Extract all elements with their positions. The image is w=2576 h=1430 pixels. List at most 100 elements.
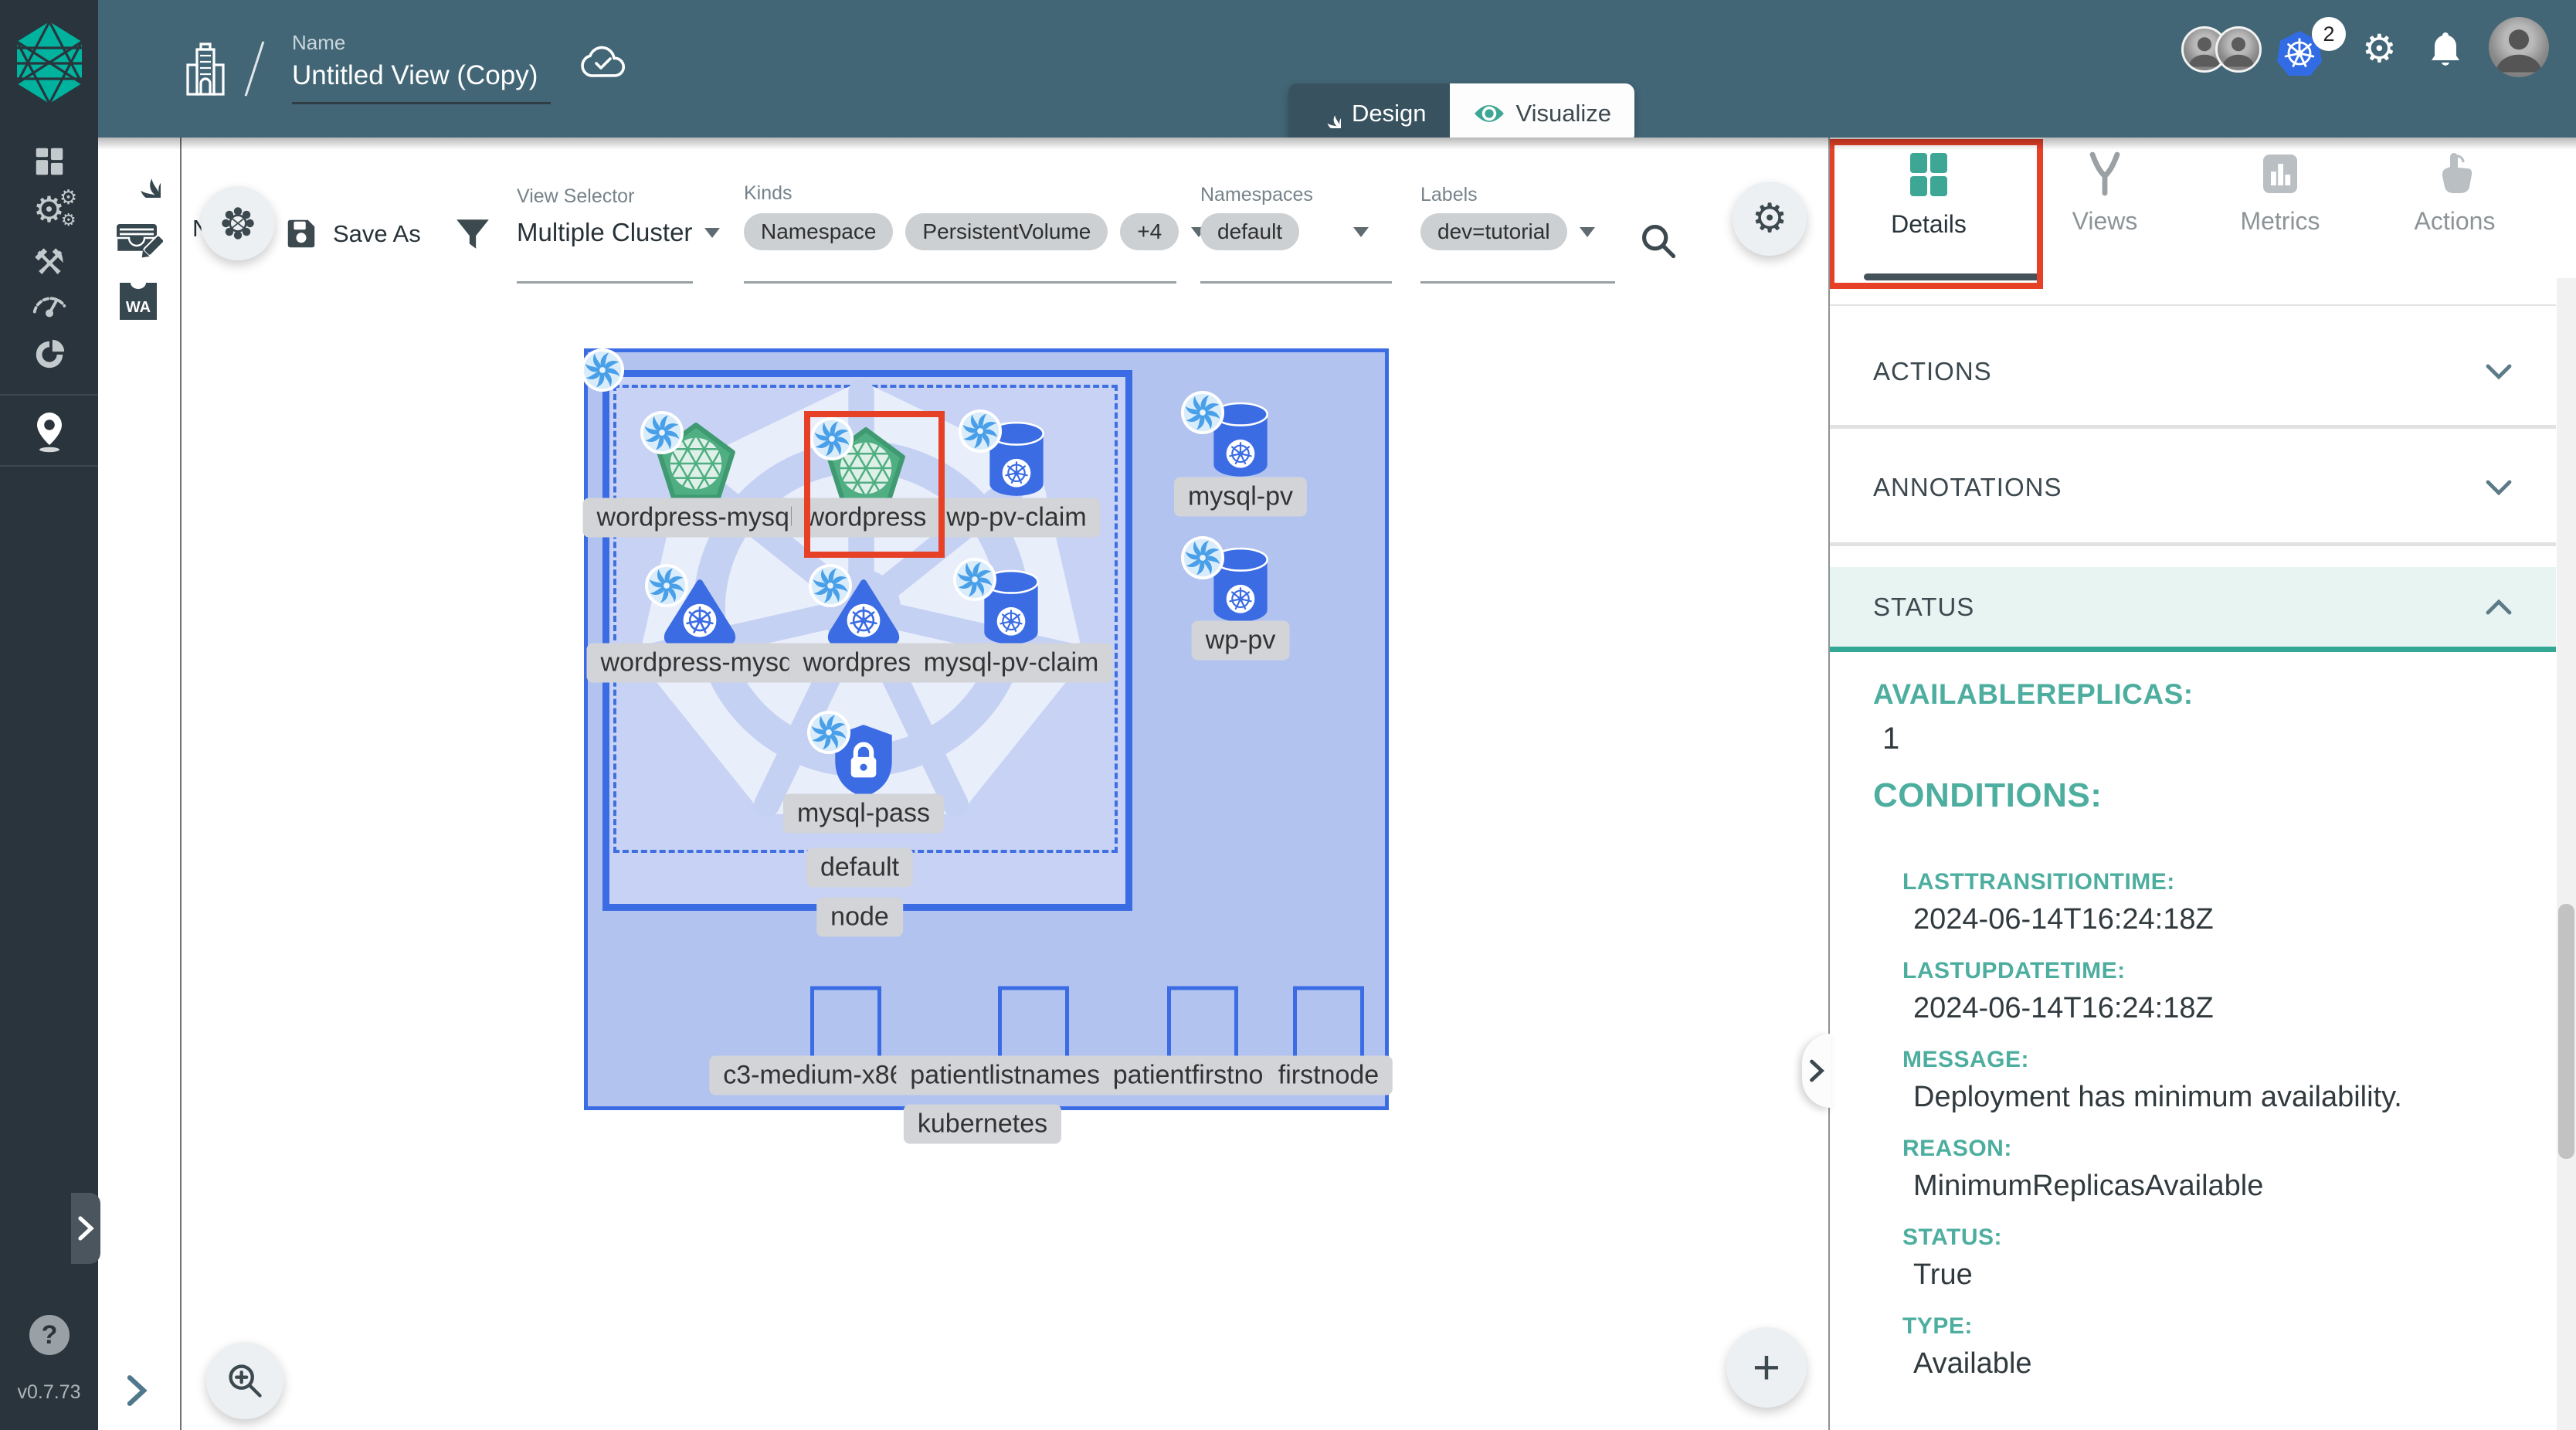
node-label: wordpress-mysql [583,498,809,538]
status-condition-field: LASTTRANSITIONTIME: 2024-06-14T16:24:18Z [1902,869,2522,936]
kind-chip-more[interactable]: +4 [1120,213,1179,250]
design-icon [1312,99,1341,128]
status-field-value: Deployment has minimum availability. [1913,1081,2522,1114]
chevron-down-icon [704,228,720,238]
kinds-select[interactable]: Namespace PersistentVolume +4 [744,213,1207,250]
zoom-in-fab[interactable] [206,1342,283,1419]
wasm-filter-icon[interactable]: WA [118,281,158,321]
status-field-value: True [1913,1258,2522,1292]
app-header: Name Untitled View (Copy) Design Visuali… [0,0,2576,138]
filter-funnel-icon[interactable] [453,215,492,253]
save-icon [283,216,319,252]
view-selector-select[interactable]: Multiple Cluster [517,218,720,247]
collaborator-avatar[interactable] [2215,26,2262,73]
section-annotations[interactable]: ANNOTATIONS [1830,445,2556,530]
strip-divider [180,138,182,1430]
status-field-value: 2024-06-14T16:24:18Z [1913,992,2522,1025]
node-label: wordpress [792,498,941,538]
tab-actions[interactable]: Actions [2377,151,2532,236]
sidebar-item-performance[interactable] [0,287,98,318]
sidebar-item-configuration[interactable]: ⚒ [0,244,98,280]
search-icon[interactable] [1638,221,1678,261]
labels-underline [1420,281,1615,284]
meshsync-badge-icon [640,410,684,455]
sidebar-item-location-pin[interactable] [0,411,98,453]
status-field-key: LASTTRANSITIONTIME: [1902,869,2522,895]
meshsync-badge-icon [952,557,997,602]
user-avatar[interactable] [2489,17,2549,77]
status-field-value: 2024-06-14T16:24:18Z [1913,903,2522,936]
namespace-chip-default[interactable]: default [1200,213,1299,250]
chevron-right-icon [1807,1058,1826,1083]
cluster-label: kubernetes [904,1105,1061,1144]
node-label: mysql-pass [783,794,944,834]
node-label: wp-pv-claim [932,498,1100,538]
tab-metrics[interactable]: Metrics [2203,151,2357,236]
active-tab-indicator [1864,273,2040,280]
visualize-eye-icon [1473,102,1505,125]
notifications-bell-icon[interactable] [2427,29,2464,70]
kinds-label: Kinds [744,182,792,205]
canvas-settings-fab[interactable]: ⚙ [1733,182,1807,256]
sidebar-item-lifecycle[interactable]: ⚙⚙⚙ [0,192,98,227]
actions-hand-icon [2437,151,2472,196]
meshery-logo[interactable] [14,20,85,105]
visualize-label: Visualize [1516,100,1612,127]
tab-views[interactable]: Views [2028,151,2182,236]
tab-details-label: Details [1891,210,1967,239]
kinds-underline [744,281,1176,284]
panel-scrollbar-thumb[interactable] [2558,904,2574,1159]
visualization-canvas[interactable]: N Save As View Selector Multiple Cluster… [182,138,1828,1430]
meshsync-badge-icon [808,563,853,608]
chevron-up-icon [2485,599,2513,616]
meshsync-badge-icon [958,409,1003,453]
kubernetes-context-count-badge[interactable]: 2 [2312,17,2346,51]
cloud-sync-icon[interactable] [579,45,627,82]
canvas-node-c3-medium[interactable] [810,987,881,1060]
quick-actions-fab[interactable] [201,186,275,260]
sidebar-item-dashboard[interactable] [0,144,98,179]
panel-divider-line [1830,304,2556,306]
section-status[interactable]: STATUS [1830,567,2556,652]
canvas-node-firstnode[interactable] [1293,987,1364,1060]
sidebar-expand-tab[interactable] [71,1193,100,1264]
drawer-edit-icon[interactable] [114,215,163,261]
section-actions[interactable]: ACTIONS [1830,329,2556,414]
view-name-label: Name [292,31,345,55]
status-field-value: 1 [1882,722,2522,756]
label-chip-dev-tutorial[interactable]: dev=tutorial [1420,213,1567,250]
collapse-chevron-icon[interactable] [121,1374,152,1408]
labels-select[interactable]: dev=tutorial [1420,213,1590,250]
panel-scrollbar-track[interactable] [2557,278,2576,1430]
panel-collapse-handle[interactable] [1802,1034,1831,1108]
plus-icon: + [1753,1340,1780,1395]
panel-divider [1828,138,1830,1430]
status-field-key: TYPE: [1902,1313,2522,1340]
organization-icon[interactable] [183,40,228,97]
kind-chip-namespace[interactable]: Namespace [744,213,893,250]
node-container-label: node [816,898,903,937]
labels-label: Labels [1420,184,1478,206]
save-as-button[interactable]: Save As [283,216,421,252]
node-label: mysql-pv-claim [910,644,1113,683]
canvas-node-patientlistnamespace[interactable] [998,987,1069,1060]
sidebar-item-extensions[interactable] [0,337,98,372]
meshsync-badge-icon [1180,390,1225,435]
status-field-key: REASON: [1902,1136,2522,1162]
view-name-input[interactable]: Untitled View (Copy) [292,60,538,91]
help-button[interactable]: ? [29,1315,70,1355]
visualize-mode-button[interactable]: Visualize [1450,83,1635,144]
namespaces-select[interactable]: default [1200,213,1369,250]
add-node-fab[interactable]: + [1726,1327,1807,1408]
views-icon [2086,151,2123,196]
node-label: wordpress-mysql [587,644,813,683]
tab-actions-label: Actions [2415,207,2496,236]
design-mode-button[interactable]: Design [1288,83,1450,144]
meshsync-spiral-icon[interactable] [117,155,161,198]
settings-gear-icon[interactable]: ⚙ [2362,29,2397,68]
app-version: v0.7.73 [0,1381,98,1404]
kind-chip-persistentvolume[interactable]: PersistentVolume [905,213,1108,250]
canvas-node-patientfirstnode[interactable] [1167,987,1238,1060]
meshsync-badge-icon [806,710,851,755]
tab-details[interactable]: Details [1851,151,2006,239]
